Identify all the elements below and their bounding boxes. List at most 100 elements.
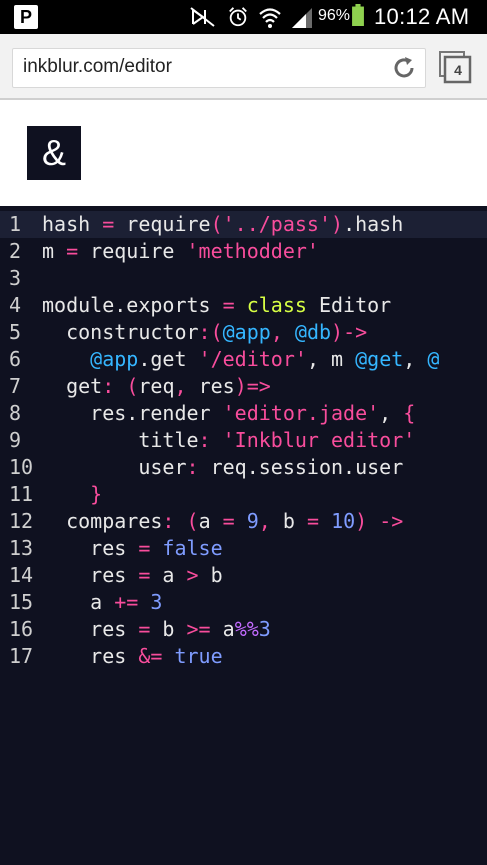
code-token: >	[186, 563, 199, 587]
code-token: :	[162, 509, 175, 533]
code-token: )->	[331, 320, 368, 344]
app-notification-icon: P	[14, 5, 38, 29]
code-line[interactable]: 10 user: req.session.user	[0, 454, 487, 481]
code-token: :	[102, 374, 115, 398]
code-token: b	[150, 617, 187, 641]
code-token: '/editor'	[198, 347, 307, 371]
code-line[interactable]: 5 constructor:(@app, @db)->	[0, 319, 487, 346]
clock: 10:12 AM	[374, 4, 470, 29]
code-token: user	[42, 455, 187, 479]
code-text[interactable]: m = require 'methodder'	[42, 238, 319, 265]
code-token: )	[355, 509, 368, 533]
code-line[interactable]: 8 res.render 'editor.jade', {	[0, 400, 487, 427]
code-token: .get	[138, 347, 199, 371]
code-token: @get	[355, 347, 404, 371]
code-token: 'editor.jade'	[222, 401, 380, 425]
line-number: 7	[9, 374, 22, 398]
code-text[interactable]: hash = require('../pass').hash	[42, 211, 403, 238]
code-editor[interactable]: 1 hash = require('../pass').hash 2 m = requ…	[0, 206, 487, 865]
line-number: 14	[9, 563, 34, 587]
code-token: ,	[270, 320, 283, 344]
line-number: 17	[9, 644, 34, 668]
code-token: 3	[150, 590, 163, 614]
code-text[interactable]: a += 3	[42, 589, 162, 616]
code-token: 'Inkblur editor'	[222, 428, 416, 452]
code-text[interactable]: res = b >= a%%3	[42, 616, 271, 643]
code-token: a	[42, 590, 115, 614]
code-token: :	[186, 455, 199, 479]
code-line[interactable]: 13 res = false	[0, 535, 487, 562]
code-token: a	[150, 563, 187, 587]
code-text[interactable]: @app.get '/editor', m @get, @	[42, 346, 439, 373]
line-number: 8	[9, 401, 22, 425]
code-text[interactable]: res.render 'editor.jade', {	[42, 400, 415, 427]
code-token: class	[246, 293, 307, 317]
code-line[interactable]: 11 }	[0, 481, 487, 508]
url-bar[interactable]: inkblur.com/editor	[12, 48, 426, 88]
wifi-icon	[259, 8, 281, 28]
code-line[interactable]: 17 res &= true	[0, 643, 487, 670]
code-token: =	[138, 617, 151, 641]
code-text[interactable]: res = false	[42, 535, 222, 562]
code-line[interactable]: 1 hash = require('../pass').hash	[0, 211, 487, 238]
code-token: require	[78, 239, 187, 263]
code-token: (	[210, 212, 223, 236]
code-line[interactable]: 14 res = a > b	[0, 562, 487, 589]
code-text[interactable]: user: req.session.user	[42, 454, 403, 481]
code-token: title	[42, 428, 199, 452]
code-token: {	[403, 401, 416, 425]
code-text[interactable]: res &= true	[42, 643, 222, 670]
code-text[interactable]: }	[42, 481, 102, 508]
code-line[interactable]: 2 m = require 'methodder'	[0, 238, 487, 265]
code-token: @app	[222, 320, 271, 344]
line-number: 3	[9, 266, 22, 290]
code-token: 9	[246, 509, 259, 533]
code-token: =	[138, 563, 151, 587]
code-line[interactable]: 16 res = b >= a%%3	[0, 616, 487, 643]
line-number: 2	[9, 239, 22, 263]
code-text[interactable]: res = a > b	[42, 562, 223, 589]
code-line[interactable]: 15 a += 3	[0, 589, 487, 616]
tabs-button[interactable]: 4	[438, 50, 472, 84]
code-line[interactable]: 12 compares: (a = 9, b = 10) ->	[0, 508, 487, 535]
code-token: res	[186, 374, 235, 398]
code-text[interactable]: constructor:(@app, @db)->	[42, 319, 367, 346]
line-number: 12	[9, 509, 34, 533]
code-token: '../pass'	[222, 212, 332, 236]
code-line[interactable]: 9 title: 'Inkblur editor'	[0, 427, 487, 454]
code-text[interactable]: compares: (a = 9, b = 10) ->	[42, 508, 403, 535]
code-line[interactable]: 7 get: (req, res)=>	[0, 373, 487, 400]
inkblur-logo[interactable]: &	[27, 126, 81, 180]
code-line[interactable]: 3	[0, 265, 487, 292]
line-number: 11	[9, 482, 34, 506]
code-token: (	[126, 374, 139, 398]
code-token: }	[90, 482, 103, 506]
code-token: req	[138, 374, 175, 398]
code-token: :	[198, 428, 211, 452]
code-token: )	[331, 212, 344, 236]
code-token: =	[222, 293, 235, 317]
code-token: =	[102, 212, 115, 236]
code-token: )=>	[234, 374, 271, 398]
url-text[interactable]: inkblur.com/editor	[23, 56, 172, 78]
code-token: 'methodder'	[186, 239, 319, 263]
signal-icon	[292, 8, 312, 28]
reload-icon[interactable]	[391, 55, 417, 81]
line-number: 6	[9, 347, 22, 371]
code-token: ->	[379, 509, 404, 533]
code-text[interactable]: title: 'Inkblur editor'	[42, 427, 415, 454]
code-text[interactable]: get: (req, res)=>	[42, 373, 271, 400]
code-token: .hash	[343, 212, 404, 236]
code-line[interactable]: 6 @app.get '/editor', m @get, @	[0, 346, 487, 373]
code-token: b	[198, 563, 223, 587]
code-line[interactable]: 4 module.exports = class Editor	[0, 292, 487, 319]
code-text[interactable]: module.exports = class Editor	[42, 292, 391, 319]
code-token: res	[42, 563, 139, 587]
